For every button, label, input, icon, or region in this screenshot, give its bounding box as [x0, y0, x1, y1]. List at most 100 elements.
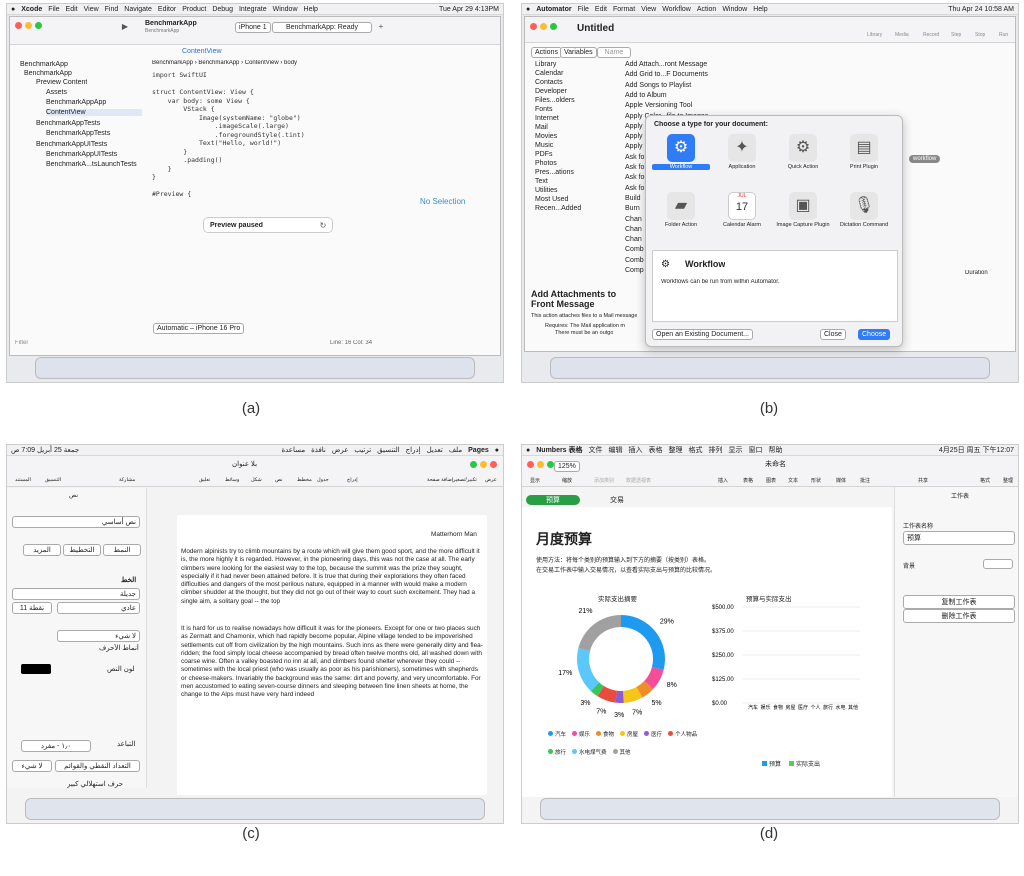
segment-layout[interactable]: التخطيط — [63, 544, 101, 556]
code-line[interactable]: #Preview { — [152, 190, 191, 198]
crumb[interactable]: ContentView — [245, 60, 279, 66]
menu-arrange[interactable]: ترتيب — [354, 446, 371, 454]
action-item[interactable]: Chan — [625, 236, 642, 245]
library-item[interactable]: Fonts — [535, 106, 553, 115]
menu-view[interactable]: View — [641, 6, 656, 13]
filter-field[interactable]: Filter — [15, 340, 28, 346]
code-line[interactable]: } — [152, 173, 156, 181]
library-item[interactable]: Files...olders — [535, 97, 575, 106]
action-item[interactable]: Apple Versioning Tool — [625, 102, 692, 111]
apple-icon[interactable]: ● — [526, 6, 530, 13]
dropcap-label[interactable]: حرف استهلالي كبير — [67, 780, 123, 788]
toolbar-table[interactable]: جدول — [317, 477, 329, 483]
document-title[interactable]: 未命名 — [765, 459, 786, 469]
nav-item[interactable]: BenchmarkApp — [20, 61, 68, 68]
zoom-icon[interactable] — [550, 23, 557, 30]
toolbar-pivot[interactable]: 数据透视表 — [626, 477, 651, 484]
close-icon[interactable] — [527, 461, 534, 468]
nav-item[interactable]: BenchmarkAppUITests — [46, 151, 117, 158]
apple-icon[interactable]: ● — [495, 447, 499, 454]
close-icon[interactable] — [15, 22, 22, 29]
library-item[interactable]: Internet — [535, 115, 559, 124]
sheet-tab-transactions[interactable]: 交易 — [610, 495, 624, 505]
page-header[interactable]: Matterhorn Man — [431, 531, 477, 538]
action-item[interactable]: Chan — [625, 216, 642, 225]
library-item[interactable]: Mail — [535, 124, 548, 133]
close-icon[interactable] — [490, 461, 497, 468]
toolbar-step[interactable]: Step — [951, 32, 961, 38]
toolbar-format[interactable]: 格式 — [980, 477, 990, 484]
menu-table[interactable]: 表格 — [649, 445, 663, 455]
document-type-option[interactable]: ▣ Image Capture Plugin — [774, 190, 832, 244]
menu-app[interactable]: Numbers 表格 — [536, 445, 582, 455]
search-input[interactable]: Name — [597, 47, 631, 58]
minimize-icon[interactable] — [537, 461, 544, 468]
document-type-option[interactable]: 🎙 Dictation Command — [835, 190, 893, 244]
toolbar-media[interactable]: 媒体 — [836, 477, 846, 484]
toolbar-share[interactable]: 共享 — [918, 477, 928, 484]
menu-view[interactable]: عرض — [332, 446, 349, 454]
toolbar-view[interactable]: عرض — [485, 477, 497, 483]
crumb[interactable]: body — [284, 60, 297, 66]
nav-item[interactable]: BenchmarkAppTests — [36, 120, 100, 127]
open-existing-button[interactable]: Open an Existing Document... — [652, 329, 753, 340]
library-item[interactable]: Recen...Added — [535, 205, 581, 214]
menu-find[interactable]: Find — [105, 6, 119, 13]
menu-arrange[interactable]: 排列 — [709, 445, 723, 455]
menu-window[interactable]: Window — [722, 6, 747, 13]
toolbar-view[interactable]: 显示 — [530, 477, 540, 484]
nav-item[interactable]: BenchmarkApp — [24, 70, 72, 77]
minimize-icon[interactable] — [540, 23, 547, 30]
clock[interactable]: جمعة 25 أبريل 7:09 ص — [11, 446, 79, 454]
add-icon[interactable]: + — [376, 21, 386, 31]
apple-icon[interactable]: ● — [11, 6, 15, 13]
menu-editor[interactable]: Editor — [158, 6, 176, 13]
action-item[interactable]: Add Songs to Playlist — [625, 82, 691, 91]
menu-file[interactable]: ملف — [449, 446, 462, 454]
action-item[interactable]: Apply — [625, 123, 643, 132]
code-editor[interactable]: import SwiftUI struct ContentView: View {… — [152, 71, 382, 201]
toolbar-comment[interactable]: 批注 — [860, 477, 870, 484]
sheet-name-field[interactable]: 预算 — [903, 531, 1015, 545]
menu-help[interactable]: مساعدة — [281, 446, 305, 454]
menu-edit[interactable]: Edit — [595, 6, 607, 13]
nav-item-selected[interactable]: ContentView — [46, 109, 142, 116]
toolbar-format[interactable]: التنسيق — [45, 477, 61, 483]
action-item[interactable]: Add Grid to...F Documents — [625, 71, 708, 80]
action-item[interactable]: Apply — [625, 133, 643, 142]
minimize-icon[interactable] — [480, 461, 487, 468]
toolbar-chart[interactable]: مخطط — [297, 477, 312, 483]
paragraph-2[interactable]: It is hard for us to realise nowadays ho… — [181, 625, 483, 725]
nav-item[interactable]: Preview Content — [36, 79, 87, 86]
code-line[interactable]: Image(systemName: "globe") — [152, 114, 301, 122]
toolbar-zoom[interactable]: 缩放 — [562, 477, 572, 484]
action-item[interactable]: Add to Album — [625, 92, 667, 101]
menu-organize[interactable]: 整理 — [669, 445, 683, 455]
menu-product[interactable]: Product — [182, 6, 206, 13]
menu-format[interactable]: التنسيق — [377, 446, 400, 454]
apple-icon[interactable]: ● — [526, 447, 530, 454]
action-item[interactable]: Apply — [625, 143, 643, 152]
nav-item[interactable]: BenchmarkAppApp — [46, 99, 106, 106]
clock[interactable]: 4月25日 周五 下午12:07 — [939, 445, 1014, 455]
menu-app[interactable]: Pages — [468, 447, 489, 454]
document-type-option[interactable]: ▤ Print Plugin — [835, 132, 893, 186]
run-icon[interactable]: ▶ — [120, 21, 130, 31]
crumb[interactable]: BenchmarkApp — [152, 60, 193, 66]
toolbar-add-page[interactable]: إضافة صفحة — [427, 477, 453, 483]
font-menu[interactable]: جديلة — [12, 588, 140, 600]
library-item[interactable]: Most Used — [535, 196, 568, 205]
document-title[interactable]: بلا عنوان — [232, 460, 257, 468]
toolbar-record[interactable]: Record — [923, 32, 939, 38]
minimize-icon[interactable] — [25, 22, 32, 29]
zoom-icon[interactable] — [547, 461, 554, 468]
panel-tab-text[interactable]: نص — [69, 492, 78, 499]
bar-chart[interactable]: $500.00 $375.00 $250.00 $125.00 $0.00 汽车 娱乐 食物房… — [712, 601, 862, 721]
nav-item[interactable]: BenchmarkAppUITests — [36, 141, 107, 148]
menu-file[interactable]: File — [578, 6, 589, 13]
library-item[interactable]: Text — [535, 178, 548, 187]
menu-edit[interactable]: 编辑 — [609, 445, 623, 455]
toolbar-shape[interactable]: 形状 — [811, 477, 821, 484]
action-item[interactable]: Chan — [625, 226, 642, 235]
toolbar-share[interactable]: مشاركة — [119, 477, 135, 483]
